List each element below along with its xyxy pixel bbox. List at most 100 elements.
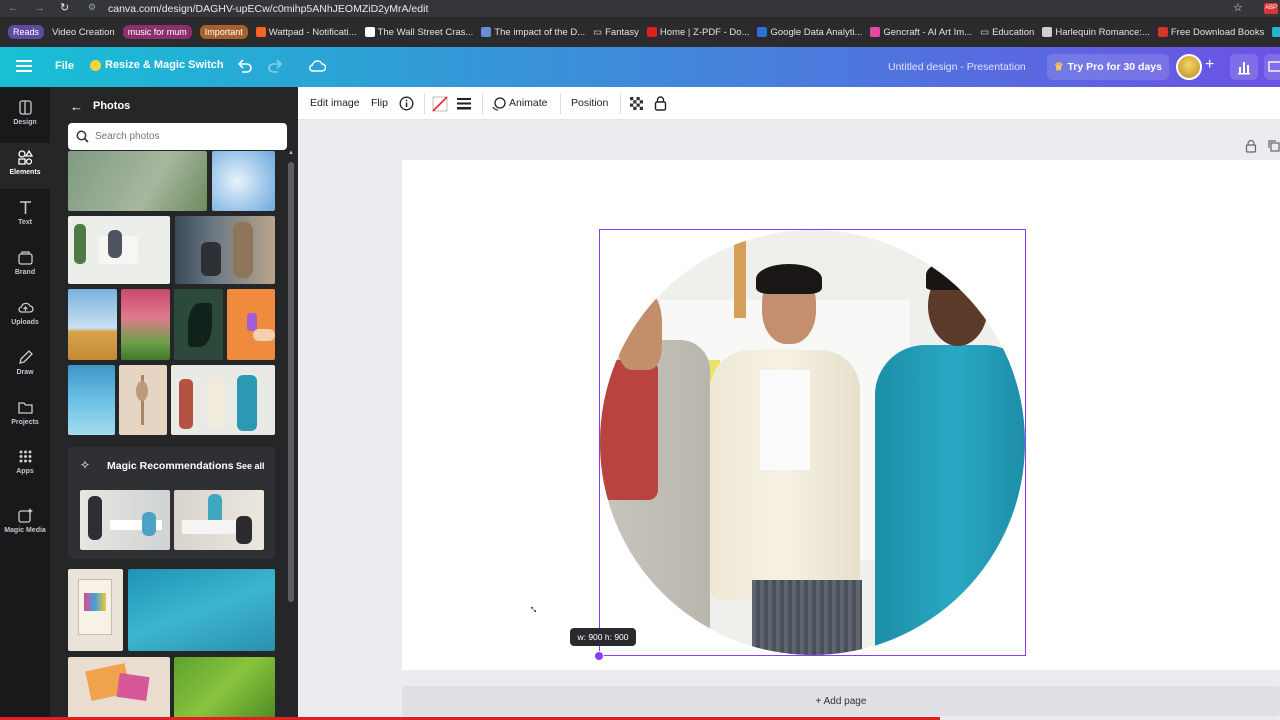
menu-icon[interactable] xyxy=(16,59,32,73)
browser-address-bar: ← → ↻ ⚙ canva.com/design/DAGHV-upECw/c0m… xyxy=(0,0,1280,17)
add-page-button[interactable]: + Add page xyxy=(402,686,1280,716)
favicon-icon xyxy=(1042,27,1053,37)
photo-thumbnail[interactable] xyxy=(174,289,223,360)
insights-button[interactable] xyxy=(1230,54,1258,80)
rail-item-label: Elements xyxy=(9,169,41,176)
photo-thumbnail[interactable] xyxy=(68,216,170,284)
photos-panel: ← Photos ✧ Magic Recommendations See all xyxy=(50,87,298,720)
bookmark-item[interactable]: ▭ Education xyxy=(980,27,1034,38)
bookmark-item[interactable]: Free Download Books xyxy=(1157,27,1264,38)
photo-thumbnail[interactable] xyxy=(174,657,275,720)
undo-icon[interactable] xyxy=(236,58,252,74)
rail-item-elements[interactable]: Elements xyxy=(0,149,50,176)
rail-item-magic-media[interactable]: Magic Media xyxy=(0,507,50,534)
rail-item-draw[interactable]: Draw xyxy=(0,349,50,376)
recommended-photo[interactable] xyxy=(80,490,170,550)
photo-thumbnail[interactable] xyxy=(171,365,275,435)
file-menu[interactable]: File xyxy=(55,60,74,72)
photo-search-box[interactable] xyxy=(68,123,287,150)
resize-button[interactable]: Resize & Magic Switch xyxy=(90,59,224,71)
position-button[interactable]: Position xyxy=(571,97,608,109)
photo-thumbnail[interactable] xyxy=(68,151,207,211)
transparency-icon[interactable] xyxy=(630,97,643,110)
flip-button[interactable]: Flip xyxy=(371,97,388,109)
panel-scrollbar[interactable]: ▲ xyxy=(287,150,295,720)
duplicate-page-icon[interactable] xyxy=(1268,140,1280,152)
page-lock-icon[interactable] xyxy=(1245,139,1257,153)
recommended-photo[interactable] xyxy=(174,490,264,550)
bookmark-item[interactable]: music for mum xyxy=(122,25,192,39)
photo-thumbnail[interactable] xyxy=(68,657,170,720)
bookmark-item[interactable]: Google Data Analyti... xyxy=(757,27,862,38)
bookmark-item[interactable]: Wattpad - Notificati... xyxy=(255,27,357,38)
rail-item-apps[interactable]: Apps xyxy=(0,448,50,475)
magic-recommendations-title: Magic Recommendations xyxy=(107,460,234,472)
rail-item-projects[interactable]: Projects xyxy=(0,399,50,426)
scrollbar-thumb[interactable] xyxy=(288,162,294,602)
apps-grid-icon xyxy=(19,450,31,463)
rail-item-label: Magic Media xyxy=(4,527,46,534)
bookmark-item[interactable]: Reads xyxy=(8,25,45,39)
scroll-up-icon[interactable]: ▲ xyxy=(288,150,294,156)
animate-button[interactable]: Animate xyxy=(509,97,548,109)
chart-icon xyxy=(1238,62,1250,75)
photo-thumbnail[interactable] xyxy=(68,569,123,651)
toolbar-divider xyxy=(620,93,621,114)
border-color-icon[interactable] xyxy=(432,96,448,112)
rail-item-text[interactable]: Text xyxy=(0,199,50,226)
photo-thumbnail[interactable] xyxy=(212,151,275,211)
try-pro-button[interactable]: ♛ Try Pro for 30 days xyxy=(1047,54,1169,80)
photo-thumbnail[interactable] xyxy=(175,216,275,284)
lock-icon[interactable] xyxy=(654,95,667,111)
edit-image-button[interactable]: Edit image xyxy=(310,97,360,109)
brand-icon xyxy=(17,251,33,265)
favicon-icon xyxy=(1157,27,1168,37)
bookmark-label: Video Creation xyxy=(52,26,115,38)
bookmark-item[interactable]: Harlequin Romance:... xyxy=(1042,27,1150,38)
redo-icon[interactable] xyxy=(268,58,284,74)
bookmark-item[interactable]: Gencraft - AI Art Im... xyxy=(870,27,972,38)
bookmark-item[interactable]: The Wall Street Cras... xyxy=(364,27,473,38)
favicon-icon xyxy=(757,27,768,37)
info-icon[interactable] xyxy=(399,96,414,111)
present-button[interactable] xyxy=(1264,54,1280,80)
photo-thumbnail[interactable] xyxy=(227,289,275,360)
photo-thumbnail[interactable] xyxy=(119,365,167,435)
rail-item-brand[interactable]: Brand xyxy=(0,249,50,276)
photo-thumbnail[interactable] xyxy=(128,569,275,651)
photo-thumbnail[interactable] xyxy=(121,289,170,360)
photo-thumbnail[interactable] xyxy=(68,289,117,360)
rail-item-label: Apps xyxy=(16,468,34,475)
cloud-save-icon[interactable] xyxy=(308,58,326,74)
see-all-link[interactable]: See all xyxy=(236,461,265,471)
add-collaborator-icon[interactable]: + xyxy=(1205,56,1214,74)
bookmark-item[interactable]: Important xyxy=(199,25,248,39)
toolbar-divider xyxy=(482,93,483,114)
design-title[interactable]: Untitled design - Presentation xyxy=(888,61,1026,73)
rail-item-design[interactable]: Design xyxy=(0,99,50,126)
reload-icon[interactable]: ↻ xyxy=(60,1,69,14)
photo-thumbnail[interactable] xyxy=(68,365,115,435)
resize-handle[interactable] xyxy=(594,651,604,661)
bookmark-item[interactable]: Home - Can xyxy=(1272,27,1280,38)
bookmark-item[interactable]: The impact of the D... xyxy=(481,27,585,38)
url-text[interactable]: canva.com/design/DAGHV-upECw/c0mihp5ANhJ… xyxy=(108,3,428,15)
cloud-upload-icon xyxy=(17,302,34,313)
avatar[interactable] xyxy=(1176,54,1202,80)
bookmark-item[interactable]: Video Creation xyxy=(52,27,115,38)
bookmark-item[interactable]: Home | Z-PDF - Do... xyxy=(646,27,749,38)
animate-icon[interactable] xyxy=(491,96,506,111)
border-style-icon[interactable] xyxy=(457,97,471,110)
back-arrow-icon[interactable]: ← xyxy=(70,99,83,114)
bookmark-item[interactable]: ▭ Fantasy xyxy=(593,27,639,38)
layout-icon xyxy=(18,100,32,115)
rail-item-label: Uploads xyxy=(11,319,39,326)
site-info-icon[interactable]: ⚙ xyxy=(88,2,96,13)
search-input[interactable] xyxy=(95,128,275,145)
forward-icon[interactable]: → xyxy=(34,2,45,14)
bookmark-star-icon[interactable]: ☆ xyxy=(1233,1,1243,14)
rail-item-uploads[interactable]: Uploads xyxy=(0,299,50,326)
profile-badge[interactable]: ABP xyxy=(1264,3,1278,14)
bookmark-label: Google Data Analyti... xyxy=(770,26,863,38)
back-icon[interactable]: ← xyxy=(8,2,19,14)
